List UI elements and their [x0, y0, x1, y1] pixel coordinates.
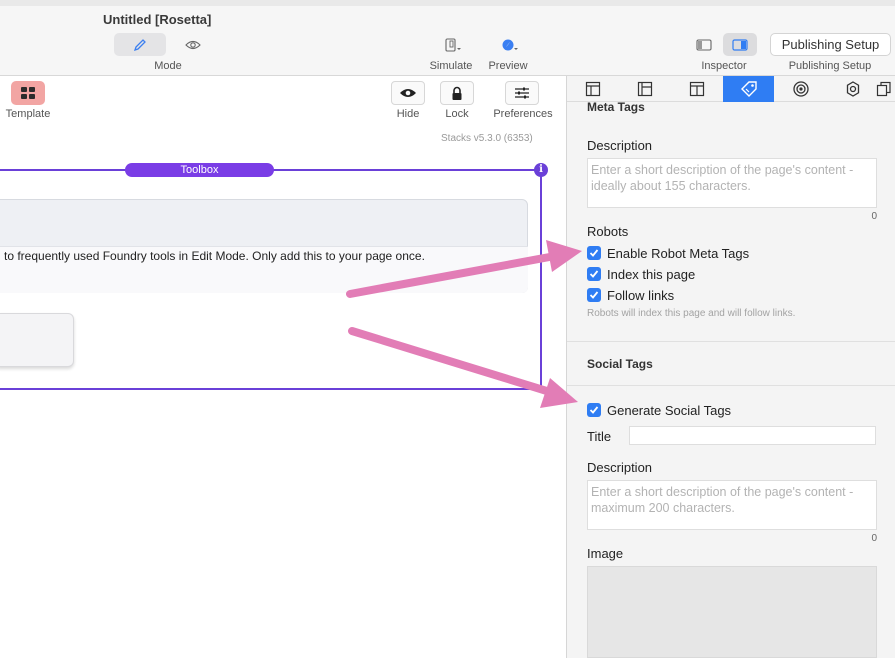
description-label: Description: [587, 138, 653, 153]
sidebar-left-icon: [696, 39, 712, 51]
info-icon[interactable]: i: [534, 163, 548, 177]
simulate-label: Simulate: [429, 60, 473, 72]
social-title-input[interactable]: [629, 426, 876, 445]
inspector-tab-page[interactable]: [619, 76, 670, 102]
hide-label: Hide: [396, 108, 420, 120]
preferences-label: Preferences: [493, 108, 553, 120]
inspector-tab-layout[interactable]: [567, 76, 618, 102]
window-title: Untitled [Rosetta]: [103, 12, 212, 27]
mode-label: Mode: [154, 60, 182, 72]
toolbox-info-text: to frequently used Foundry tools in Edit…: [4, 249, 425, 263]
generate-social-tags-label: Generate Social Tags: [607, 402, 732, 418]
toolbox-tab[interactable]: Toolbox: [125, 163, 274, 177]
preferences-button[interactable]: [505, 81, 539, 105]
tag-icon: [740, 81, 757, 97]
checkmark-icon: [587, 267, 601, 281]
pencil-icon: [133, 38, 146, 51]
preview-label: Preview: [488, 60, 528, 72]
inspector-tab-settings[interactable]: [827, 76, 878, 102]
page-icon: [637, 81, 652, 97]
pages-icon: [876, 81, 891, 97]
publishing-setup-button[interactable]: Publishing Setup: [770, 33, 891, 56]
social-description-label: Description: [587, 460, 653, 475]
layout-icon: [585, 81, 600, 97]
toolbox-card[interactable]: [0, 313, 74, 367]
columns-icon: [689, 81, 704, 97]
social-tags-heading: Social Tags: [587, 357, 653, 371]
robots-label: Robots: [587, 224, 629, 239]
hide-button[interactable]: [391, 81, 425, 105]
publishing-setup-label: Publishing Setup: [788, 60, 872, 72]
lock-button[interactable]: [440, 81, 474, 105]
sidebar-toggle-button[interactable]: [690, 34, 718, 56]
meta-tags-heading: Meta Tags: [587, 100, 645, 114]
target-icon: [792, 81, 809, 97]
index-page-label: Index this page: [607, 266, 696, 282]
generate-social-tags-checkbox[interactable]: Generate Social Tags: [587, 402, 731, 418]
safari-icon: [502, 39, 518, 51]
inspector-toggle-button[interactable]: [723, 33, 757, 56]
checkmark-icon: [587, 403, 601, 417]
social-description-textarea[interactable]: Enter a short description of the page's …: [587, 480, 877, 530]
template-label: Template: [5, 108, 51, 120]
enable-robot-meta-checkbox[interactable]: Enable Robot Meta Tags: [587, 245, 749, 261]
follow-links-checkbox[interactable]: Follow links: [587, 287, 674, 303]
device-icon: [445, 38, 461, 52]
inspector-tab-columns[interactable]: [671, 76, 722, 102]
stacks-version: Stacks v5.3.0 (6353): [441, 133, 533, 144]
eye-icon: [185, 40, 201, 49]
checkmark-icon: [587, 288, 601, 302]
enable-robot-meta-label: Enable Robot Meta Tags: [607, 245, 750, 261]
social-description-char-count: 0: [871, 533, 877, 544]
follow-links-label: Follow links: [607, 287, 675, 303]
lock-label: Lock: [445, 108, 469, 120]
description-char-count: 0: [871, 211, 877, 222]
preview-browser-button[interactable]: [495, 34, 525, 56]
sliders-icon: [515, 87, 529, 99]
inspector-tab-meta[interactable]: [723, 76, 774, 102]
grid-icon: [21, 87, 35, 99]
top-strip: [0, 0, 895, 6]
index-page-checkbox[interactable]: Index this page: [587, 266, 695, 282]
gear-icon: [846, 81, 859, 97]
image-label: Image: [587, 546, 624, 561]
image-drop-well[interactable]: [587, 566, 877, 658]
inspector-label: Inspector: [701, 60, 747, 72]
preview-mode-button[interactable]: [168, 33, 218, 56]
lock-icon: [452, 86, 462, 100]
inspector-tab-pages[interactable]: [872, 76, 895, 102]
inspector-tab-target[interactable]: [775, 76, 826, 102]
sidebar-right-icon: [732, 38, 748, 51]
robots-hint: Robots will index this page and will fol…: [587, 308, 796, 319]
eye-icon: [400, 89, 416, 97]
meta-description-textarea[interactable]: Enter a short description of the page's …: [587, 158, 877, 208]
simulate-button[interactable]: [438, 34, 468, 56]
edit-mode-button[interactable]: [114, 33, 166, 56]
template-button[interactable]: [11, 81, 45, 105]
checkmark-icon: [587, 246, 601, 260]
title-label: Title: [587, 429, 612, 444]
